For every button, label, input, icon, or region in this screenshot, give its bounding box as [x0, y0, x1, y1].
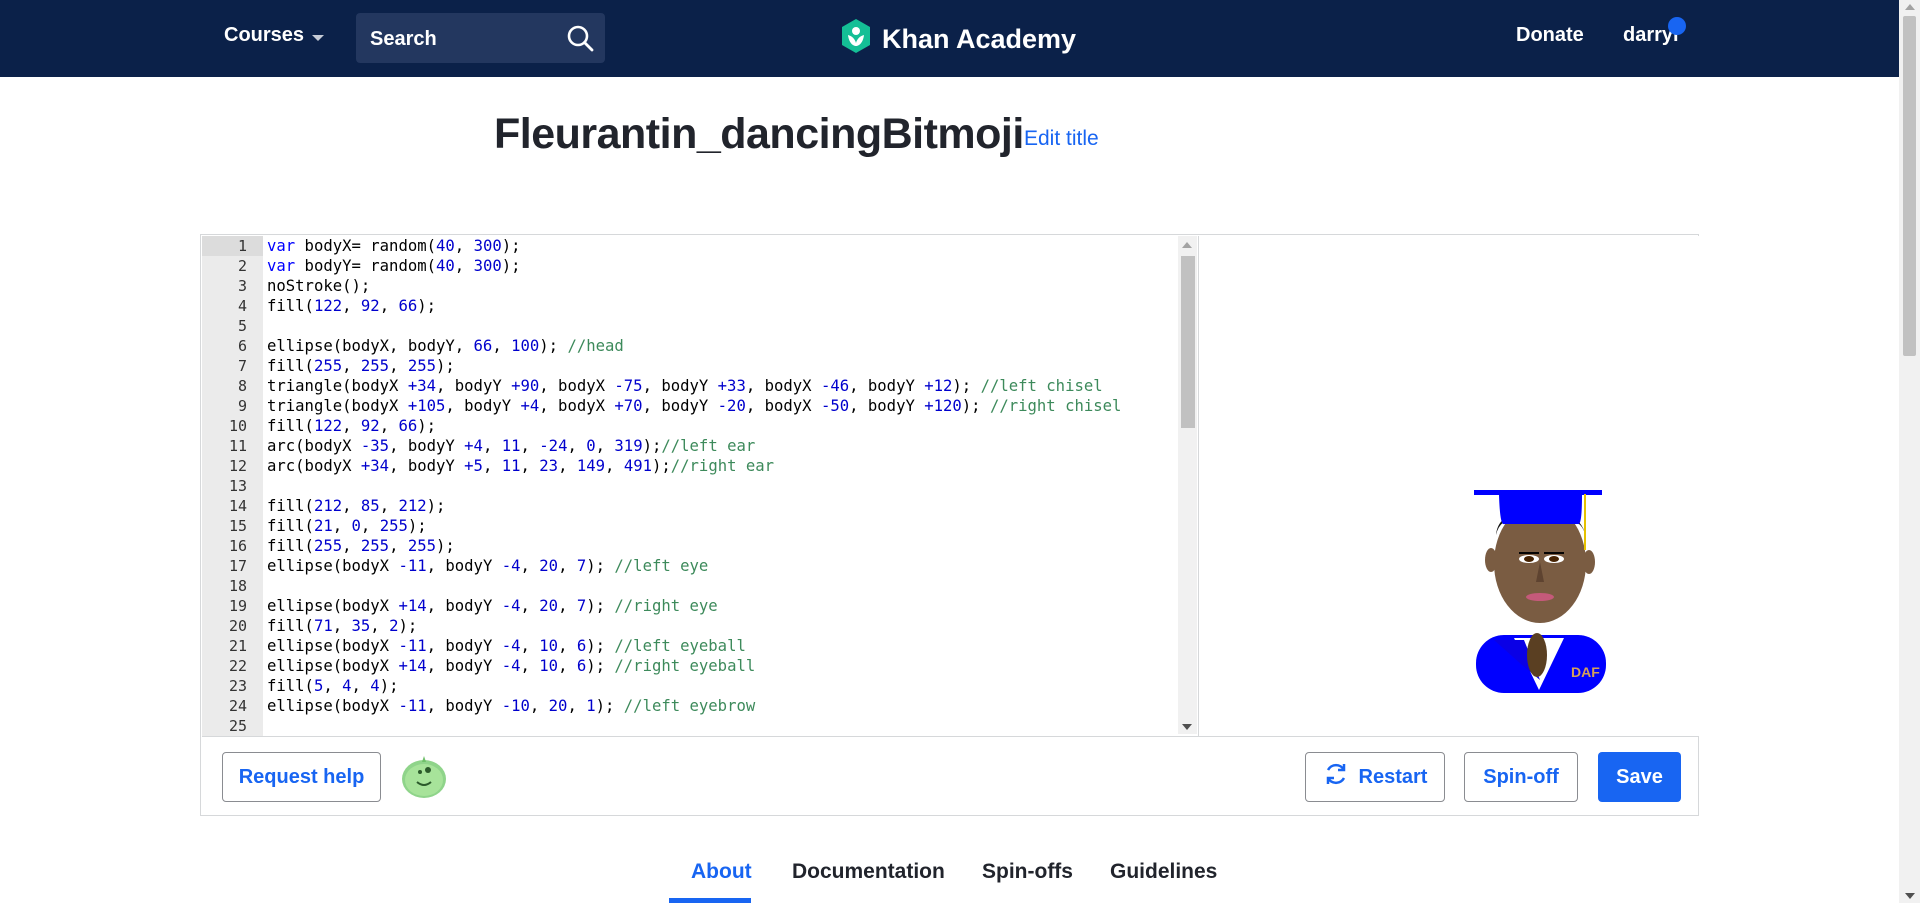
code-line[interactable]: fill(255, 255, 255);	[267, 536, 1177, 556]
line-number: 20	[228, 617, 247, 635]
courses-label: Courses	[224, 24, 305, 46]
line-number: 14	[228, 497, 247, 515]
line-number: 16	[228, 537, 247, 555]
line-number: 23	[228, 677, 247, 695]
editor-scroll-thumb[interactable]	[1181, 256, 1195, 428]
code-line[interactable]: ellipse(bodyX -11, bodyY -4, 20, 7); //l…	[267, 556, 1177, 576]
spin-off-button[interactable]: Spin-off	[1464, 752, 1578, 802]
code-line[interactable]: noStroke();	[267, 276, 1177, 296]
line-number: 6	[237, 337, 247, 355]
program-editor: 1 2 3 4 5 6 7 8 9 10 11 12 13 14 15 16 17 18 19 20 21 22 23 24 2…	[200, 234, 1699, 816]
page-scrollbar[interactable]	[1899, 0, 1920, 903]
code-line[interactable]: ellipse(bodyX, bodyY, 66, 100); //head	[267, 336, 1177, 356]
editor-toolbar: Request help Restart Spin-off Save	[202, 736, 1699, 816]
code-line[interactable]: fill(212, 85, 212);	[267, 496, 1177, 516]
code-line[interactable]: triangle(bodyX +105, bodyY +4, bodyX +70…	[267, 396, 1177, 416]
code-line[interactable]	[267, 576, 1177, 596]
line-number: 4	[237, 297, 247, 315]
line-number: 24	[228, 697, 247, 715]
save-button[interactable]: Save	[1598, 752, 1681, 802]
line-number: 2	[237, 257, 247, 275]
logo-text: Khan Academy	[882, 24, 1077, 54]
tab-guidelines[interactable]: Guidelines	[1110, 860, 1217, 884]
line-number: 9	[237, 397, 247, 415]
request-help-button[interactable]: Request help	[222, 752, 381, 802]
code-line[interactable]: fill(71, 35, 2);	[267, 616, 1177, 636]
line-number: 19	[228, 597, 247, 615]
code-editor[interactable]: var bodyX= random(40, 300); var bodyY= ra…	[267, 236, 1177, 736]
code-line[interactable]: arc(bodyX -35, bodyY +4, 11, -24, 0, 319…	[267, 436, 1177, 456]
code-line[interactable]: fill(122, 92, 66);	[267, 416, 1177, 436]
code-line[interactable]: fill(5, 4, 4);	[267, 676, 1177, 696]
code-line[interactable]: var bodyX= random(40, 300);	[267, 236, 1177, 256]
line-number: 21	[228, 637, 247, 655]
scroll-up-arrow-icon[interactable]	[1905, 4, 1915, 10]
scroll-down-arrow-icon[interactable]	[1905, 893, 1915, 899]
line-number: 17	[228, 557, 247, 575]
search-icon[interactable]	[566, 24, 594, 57]
code-line[interactable]	[267, 476, 1177, 496]
khan-leaf-icon	[840, 18, 872, 61]
line-number: 7	[237, 357, 247, 375]
bitmoji-drawing: DAF	[1474, 490, 1606, 693]
line-number: 3	[237, 277, 247, 295]
code-line[interactable]: fill(21, 0, 255);	[267, 516, 1177, 536]
output-canvas[interactable]: DAF	[1198, 236, 1699, 736]
code-line[interactable]: fill(255, 255, 255);	[267, 356, 1177, 376]
code-line[interactable]: fill(122, 92, 66);	[267, 296, 1177, 316]
line-number: 18	[228, 577, 247, 595]
code-line[interactable]: arc(bodyX +34, bodyY +5, 11, 23, 149, 49…	[267, 456, 1177, 476]
line-number-gutter: 1 2 3 4 5 6 7 8 9 10 11 12 13 14 15 16 17 18 19 20 21 22 23 24 2…	[202, 236, 263, 736]
notification-badge[interactable]	[1668, 17, 1686, 35]
scroll-up-arrow-icon[interactable]	[1182, 242, 1192, 248]
line-number: 10	[228, 417, 247, 435]
scroll-thumb[interactable]	[1903, 16, 1916, 356]
line-number: 11	[228, 437, 247, 455]
courses-menu[interactable]: Courses	[224, 24, 325, 47]
line-number: 15	[228, 517, 247, 535]
refresh-icon	[1323, 761, 1349, 793]
line-number: 12	[228, 457, 247, 475]
code-line[interactable]: ellipse(bodyX +14, bodyY -4, 20, 7); //r…	[267, 596, 1177, 616]
code-line[interactable]: ellipse(bodyX +14, bodyY -4, 10, 6); //r…	[267, 656, 1177, 676]
line-number: 13	[228, 477, 247, 495]
shirt-text: DAF	[1571, 664, 1600, 680]
code-line[interactable]: ellipse(bodyX -11, bodyY -10, 20, 1); //…	[267, 696, 1177, 716]
code-line[interactable]: triangle(bodyX +34, bodyY +90, bodyX -75…	[267, 376, 1177, 396]
line-number: 25	[228, 717, 247, 735]
scroll-down-arrow-icon[interactable]	[1182, 724, 1192, 730]
line-number: 5	[237, 317, 247, 335]
tab-documentation[interactable]: Documentation	[792, 860, 945, 884]
line-number: 8	[237, 377, 247, 395]
tab-about[interactable]: About	[691, 860, 752, 884]
edit-title-link[interactable]: Edit title	[1024, 127, 1099, 151]
avatar[interactable]	[400, 752, 448, 805]
top-nav-bar: Courses Khan Academy Donate darryl	[0, 0, 1899, 77]
code-line[interactable]	[267, 316, 1177, 336]
search-input[interactable]	[368, 21, 562, 57]
tab-spin-offs[interactable]: Spin-offs	[982, 860, 1073, 884]
code-line[interactable]	[267, 716, 1177, 736]
restart-button[interactable]: Restart	[1305, 752, 1445, 802]
restart-label: Restart	[1358, 765, 1428, 788]
editor-scrollbar[interactable]	[1178, 236, 1197, 734]
line-number: 1	[202, 236, 263, 256]
donate-link[interactable]: Donate	[1516, 24, 1584, 47]
line-number: 22	[228, 657, 247, 675]
code-line[interactable]: var bodyY= random(40, 300);	[267, 256, 1177, 276]
search-box[interactable]	[356, 13, 605, 63]
chevron-down-icon	[312, 34, 325, 41]
active-tab-indicator	[669, 898, 751, 903]
khan-academy-logo[interactable]: Khan Academy	[840, 18, 1076, 61]
code-line[interactable]: ellipse(bodyX -11, bodyY -4, 10, 6); //l…	[267, 636, 1177, 656]
page-title: Fleurantin_dancingBitmoji	[494, 110, 1024, 158]
